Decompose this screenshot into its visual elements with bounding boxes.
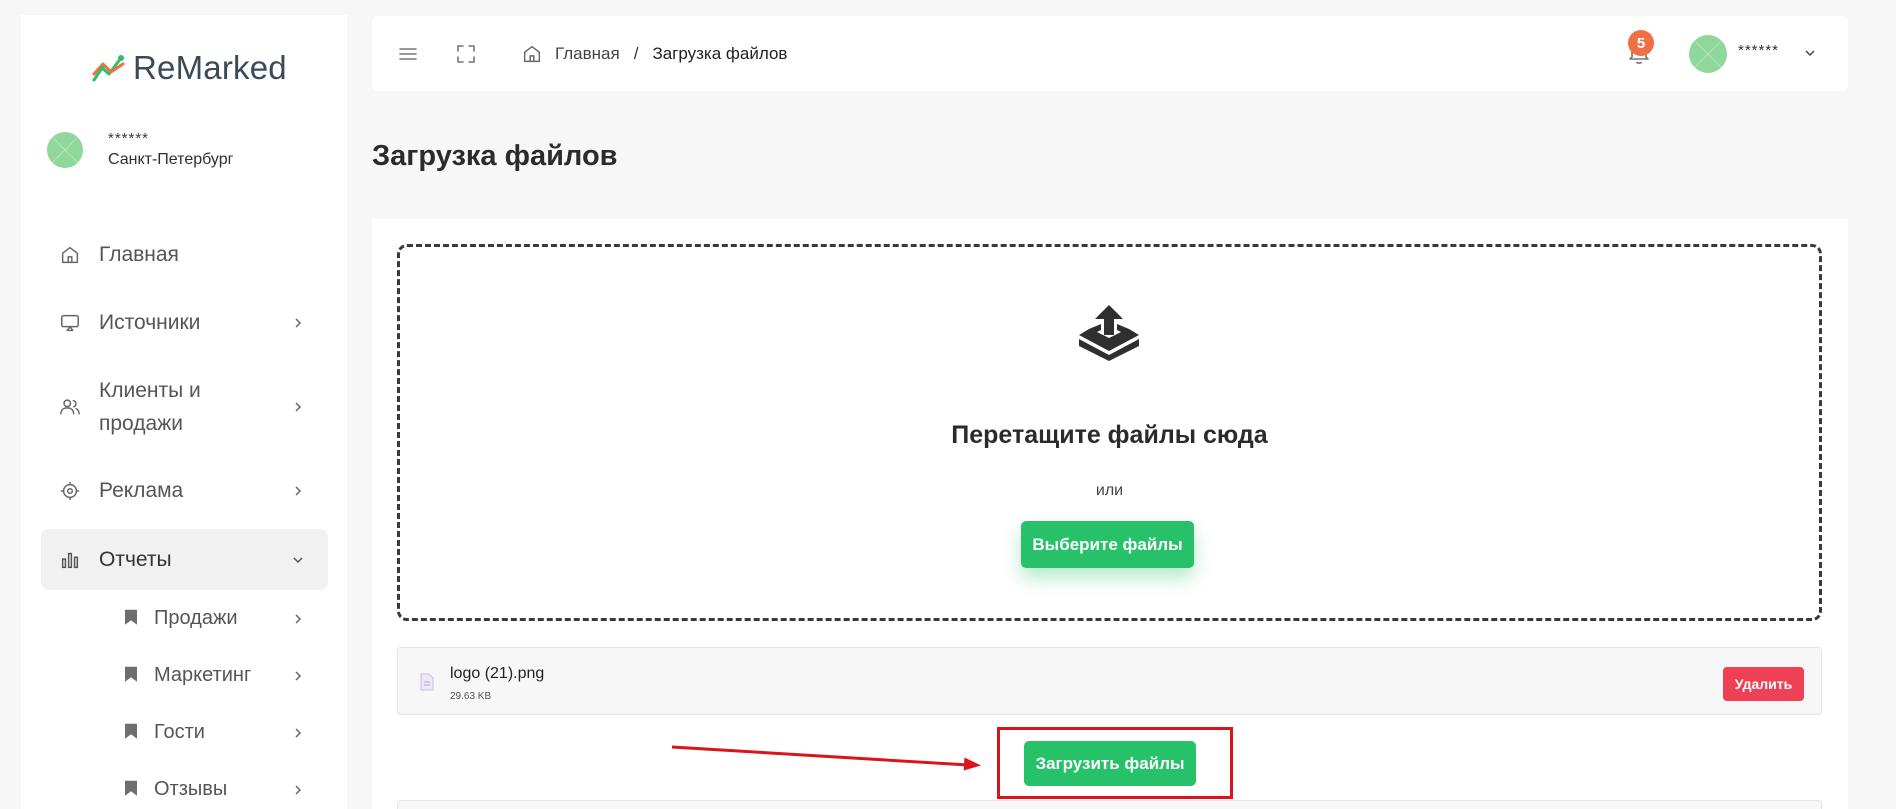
topbar: Главная / Загрузка файлов 5 ******	[372, 16, 1848, 91]
users-icon	[60, 399, 80, 415]
upload-files-button[interactable]: Загрузить файлы	[1024, 741, 1196, 786]
monitor-icon	[61, 314, 79, 332]
logo-chart-icon	[92, 55, 125, 82]
chevron-right-icon	[295, 486, 302, 496]
chevron-right-icon	[295, 318, 302, 328]
sidebar-subitem-reviews[interactable]: Отзывы	[41, 761, 328, 809]
sidebar-nav: Главная Источники Клиенты и продажи Рекла…	[41, 221, 328, 809]
file-size: 29.63 KB	[450, 691, 492, 702]
sidebar-item-clients-sales[interactable]: Клиенты и продажи	[41, 357, 328, 457]
user-city: Санкт-Петербург	[108, 151, 234, 168]
sidebar-item-home[interactable]: Главная	[41, 221, 328, 289]
sidebar: ReMarked ****** Санкт-Петербург Главная …	[21, 15, 347, 809]
sidebar-item-reports[interactable]: Отчеты	[41, 529, 328, 590]
sidebar-item-sources[interactable]: Источники	[41, 289, 328, 357]
sidebar-subitem-label: Отзывы	[154, 778, 228, 800]
sidebar-subitem-sales[interactable]: Продажи	[41, 590, 328, 647]
upload-icon	[1079, 305, 1139, 361]
chevron-right-icon	[295, 670, 302, 681]
sidebar-user[interactable]: ****** Санкт-Петербург	[47, 130, 233, 169]
sidebar-subitem-label: Гости	[154, 721, 205, 743]
page-title: Загрузка файлов	[372, 140, 618, 172]
breadcrumb: Главная / Загрузка файлов	[555, 16, 787, 91]
avatar	[47, 131, 83, 168]
chevron-right-icon	[295, 727, 302, 738]
sidebar-item-ads[interactable]: Реклама	[41, 457, 328, 525]
sidebar-item-label: Клиенты и продажи	[99, 379, 201, 435]
menu-icon[interactable]	[397, 43, 419, 65]
file-list-item: logo (21).png 29.63 KB Удалить	[397, 647, 1822, 715]
brand-name: ReMarked	[133, 49, 287, 86]
target-icon	[60, 481, 80, 501]
upload-card: Перетащите файлы сюда или Выберите файлы…	[372, 219, 1848, 809]
bookmark-icon	[125, 609, 137, 625]
bar-chart-icon	[61, 552, 79, 568]
fullscreen-icon[interactable]	[455, 43, 477, 65]
file-name: logo (21).png	[450, 665, 545, 682]
file-dropzone[interactable]: Перетащите файлы сюда или Выберите файлы	[397, 244, 1822, 621]
chevron-right-icon	[295, 784, 302, 795]
dropzone-or-text: или	[1095, 482, 1124, 499]
sidebar-subitem-marketing[interactable]: Маркетинг	[41, 647, 328, 704]
avatar[interactable]	[1689, 35, 1727, 73]
brand-logo[interactable]: ReMarked	[91, 49, 287, 87]
delete-file-button[interactable]: Удалить	[1723, 667, 1804, 701]
file-list-item	[397, 800, 1822, 809]
sidebar-item-label: Отчеты	[99, 547, 172, 571]
topbar-user-name[interactable]: ******	[1738, 42, 1779, 59]
sidebar-item-label: Источники	[99, 311, 201, 334]
bookmark-icon	[125, 780, 137, 796]
user-name: ******	[108, 130, 150, 147]
sidebar-item-label: Главная	[99, 243, 179, 266]
chevron-right-icon	[295, 613, 302, 624]
home-icon	[61, 246, 79, 264]
sidebar-item-label: Реклама	[99, 479, 184, 502]
annotation-arrow-icon	[671, 745, 981, 771]
sidebar-subitem-guests[interactable]: Гости	[41, 704, 328, 761]
dropzone-title: Перетащите файлы сюда	[951, 421, 1268, 449]
file-icon	[420, 673, 434, 691]
chevron-down-icon[interactable]	[1804, 47, 1816, 59]
breadcrumb-current: Загрузка файлов	[652, 43, 788, 63]
home-icon[interactable]	[521, 43, 543, 65]
bookmark-icon	[125, 666, 137, 682]
breadcrumb-separator: /	[633, 43, 639, 63]
sidebar-subitem-label: Маркетинг	[154, 664, 252, 686]
bookmark-icon	[125, 723, 137, 739]
chevron-right-icon	[295, 402, 302, 412]
sidebar-subitem-label: Продажи	[154, 607, 238, 629]
notification-badge[interactable]: 5	[1628, 30, 1654, 56]
chevron-down-icon	[293, 556, 303, 563]
breadcrumb-home-link[interactable]: Главная	[555, 44, 620, 64]
select-files-button[interactable]: Выберите файлы	[1021, 521, 1194, 568]
